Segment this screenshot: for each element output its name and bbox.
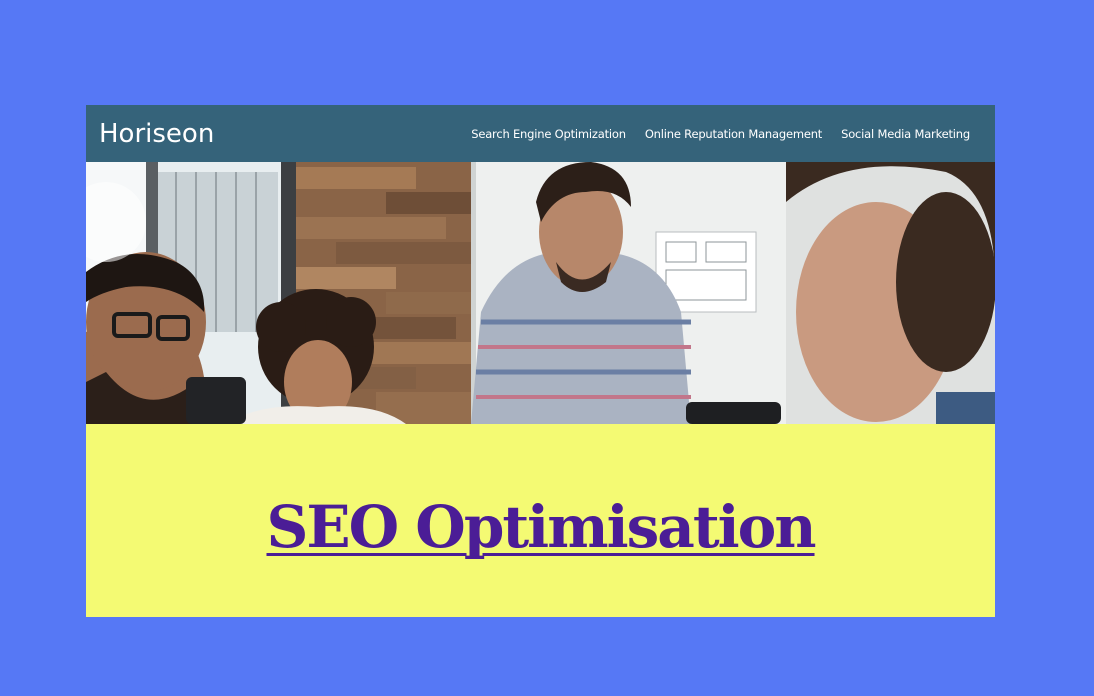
nav-link-reputation[interactable]: Online Reputation Management [645,127,822,141]
nav-link-social[interactable]: Social Media Marketing [841,127,970,141]
nav-link-seo[interactable]: Search Engine Optimization [471,127,626,141]
team-meeting-photo [86,162,995,424]
page-frame: Horiseon Search Engine Optimization Onli… [86,105,995,617]
title-section: SEO Optimisation [86,424,995,617]
hero-image [86,162,995,424]
page-title-link[interactable]: SEO Optimisation [266,493,816,561]
brand-logo[interactable]: Horiseon [99,119,214,149]
site-header: Horiseon Search Engine Optimization Onli… [86,105,995,162]
main-nav: Search Engine Optimization Online Reputa… [471,127,970,141]
